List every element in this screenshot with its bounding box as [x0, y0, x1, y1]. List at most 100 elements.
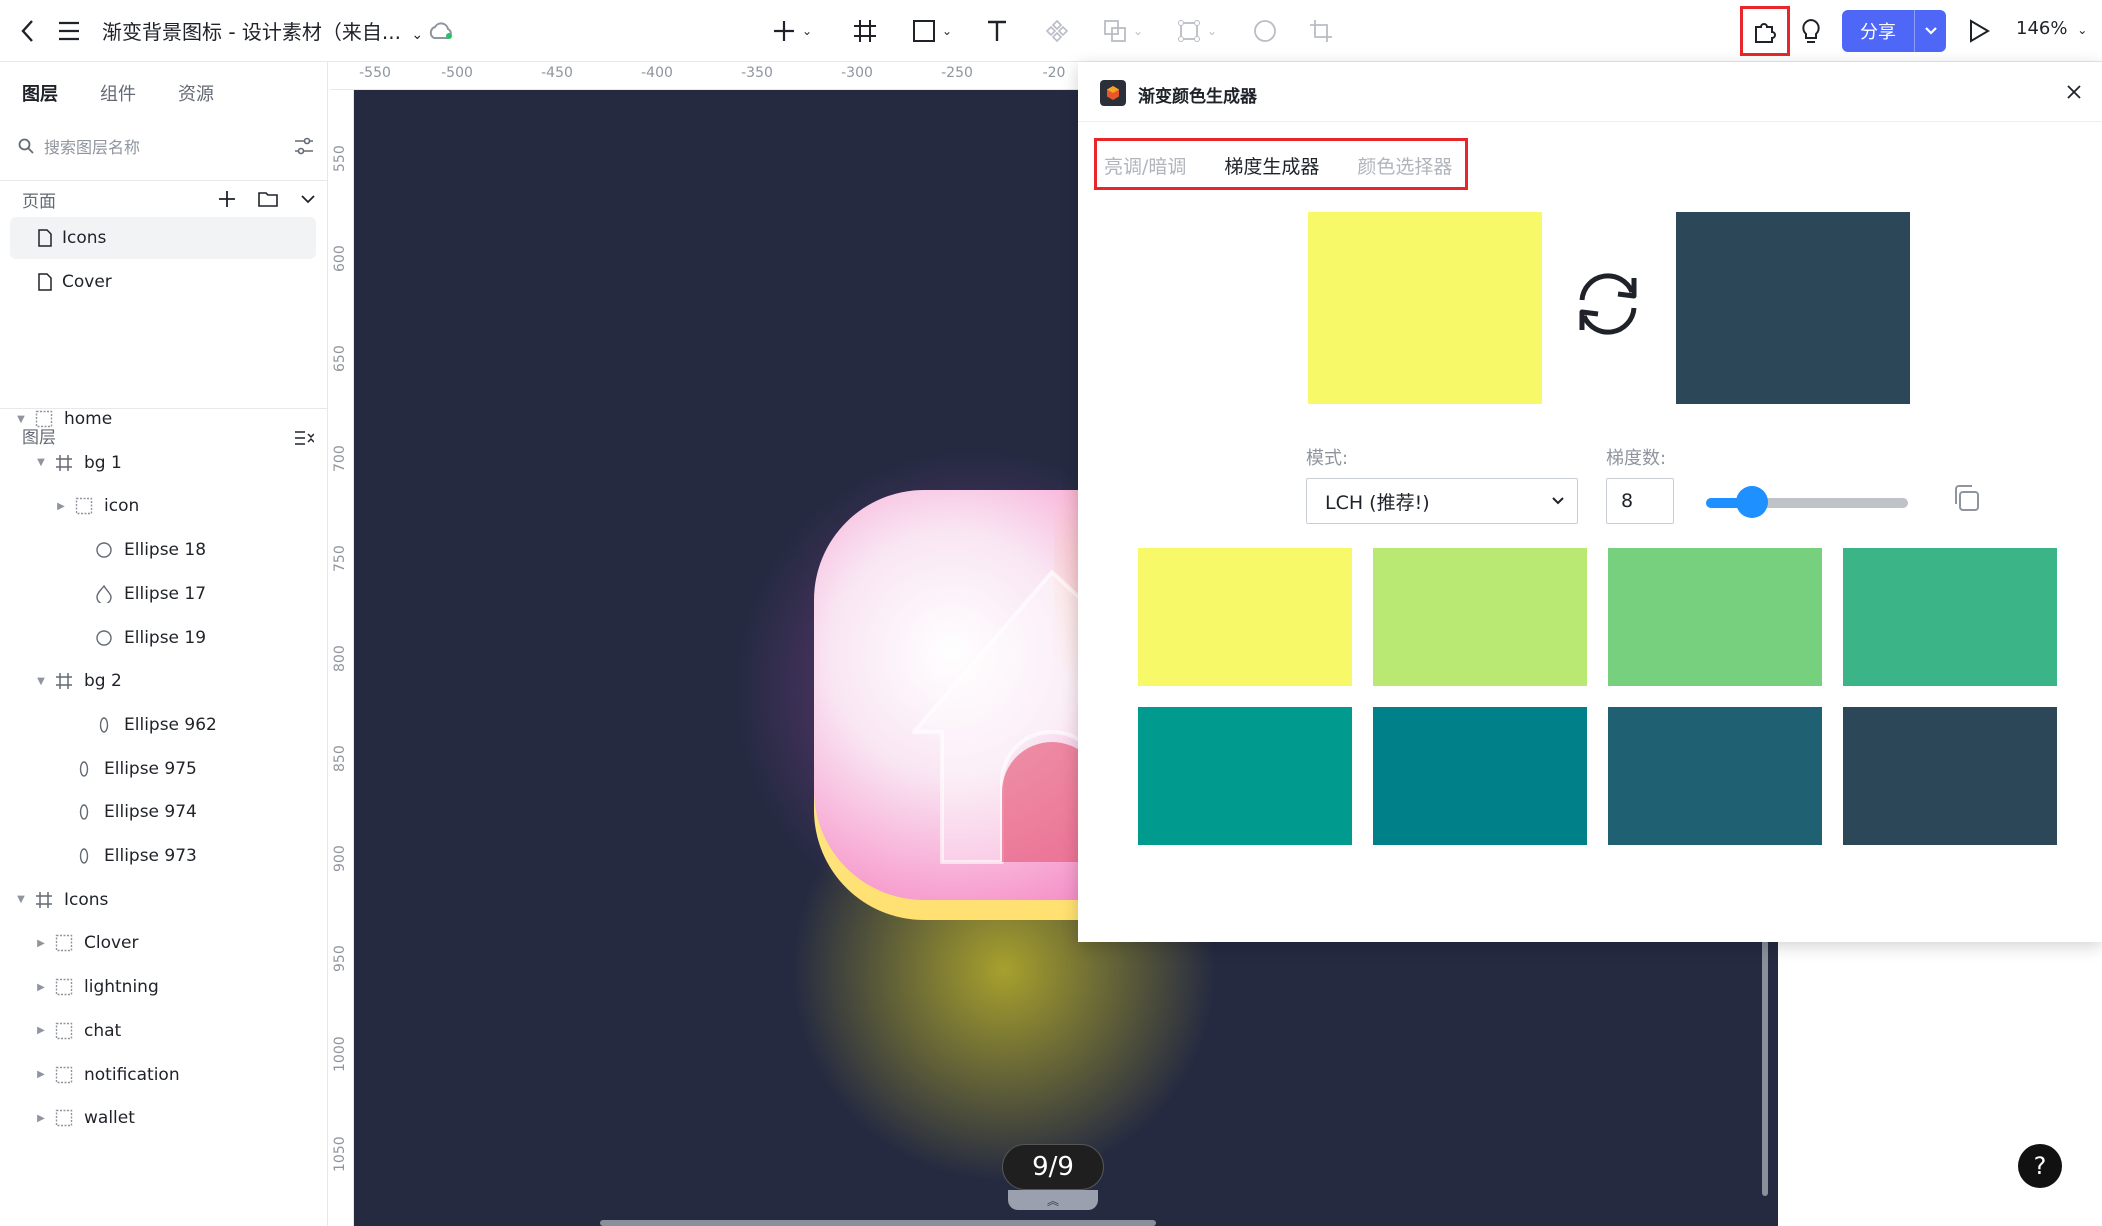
gradient-swatch[interactable] — [1843, 707, 2057, 845]
layer-item[interactable]: Ellipse 973 — [54, 836, 197, 876]
gradient-swatch[interactable] — [1843, 548, 2057, 686]
ruler-tick-label: 750 — [332, 545, 348, 572]
layer-label: Ellipse 975 — [104, 758, 197, 779]
layer-item[interactable]: ▼ bg 2 — [34, 661, 122, 701]
layer-item[interactable]: ▼ home — [14, 399, 112, 439]
page-label: Icons — [62, 228, 107, 248]
caret-right-icon[interactable]: ▶ — [34, 938, 48, 949]
layer-item[interactable]: Ellipse 975 — [54, 749, 197, 789]
layer-item[interactable]: ▶ icon — [54, 486, 139, 526]
layer-item[interactable]: ▶ lightning — [34, 967, 159, 1007]
ruler-tick-label: 700 — [332, 445, 348, 472]
copy-icon[interactable] — [1950, 482, 1982, 518]
caret-down-icon[interactable]: ▼ — [34, 676, 48, 687]
layer-label: home — [64, 409, 113, 429]
component-icon — [54, 1021, 74, 1041]
text-tool-button[interactable] — [982, 16, 1012, 46]
chevron-down-icon[interactable] — [300, 194, 316, 204]
folder-icon[interactable] — [258, 190, 278, 208]
steps-slider-handle[interactable] — [1736, 486, 1768, 518]
caret-right-icon[interactable]: ▶ — [34, 1069, 48, 1080]
layer-label: Ellipse 19 — [124, 627, 207, 648]
layer-item[interactable]: ▼ bg 1 — [34, 443, 122, 483]
gradient-swatch[interactable] — [1608, 707, 1822, 845]
collapse-layers-icon[interactable] — [294, 430, 315, 450]
tab-components[interactable]: 组件 — [100, 80, 136, 106]
layer-item[interactable]: ▶ chat — [34, 1011, 121, 1051]
caret-right-icon[interactable]: ▶ — [34, 982, 48, 993]
cloud-sync-icon[interactable] — [426, 18, 456, 44]
layer-label: notification — [84, 1064, 180, 1085]
layer-item[interactable]: ▶ wallet — [34, 1098, 135, 1138]
mode-select[interactable]: LCH (推荐!) — [1306, 478, 1578, 524]
layer-item[interactable]: Ellipse 962 — [74, 705, 217, 745]
frame-icon — [34, 890, 54, 910]
ruler-tick-label: 850 — [332, 745, 348, 772]
crop-tool-button[interactable] — [1306, 16, 1336, 46]
vector-tool-button[interactable]: ⌄ — [1170, 16, 1224, 46]
steps-input[interactable]: 8 — [1606, 478, 1674, 524]
caret-right-icon[interactable]: ▶ — [54, 501, 68, 512]
plugin-button-highlight — [1740, 6, 1790, 56]
add-tool-button[interactable]: ⌄ — [766, 16, 818, 46]
filter-icon[interactable] — [294, 137, 314, 155]
page-item-icons[interactable]: Icons — [10, 217, 316, 259]
gradient-swatch[interactable] — [1138, 548, 1352, 686]
search-input[interactable]: 搜索图层名称 — [44, 134, 294, 158]
add-page-icon[interactable] — [218, 190, 236, 208]
layer-item[interactable]: ▶ notification — [34, 1055, 180, 1095]
tab-assets[interactable]: 资源 — [178, 80, 214, 106]
page-icon — [38, 229, 52, 247]
layer-item[interactable]: ▼ Icons — [14, 880, 108, 920]
rectangle-icon — [912, 20, 935, 42]
left-tabs: 图层 组件 资源 — [22, 80, 214, 106]
layer-item[interactable]: Ellipse 19 — [74, 618, 206, 658]
page-counter[interactable]: 9/9 — [1002, 1144, 1104, 1190]
tab-layers[interactable]: 图层 — [22, 80, 58, 106]
left-panel: 图层 组件 资源 搜索图层名称 页面 Icons Cover 图层 ▼ home… — [0, 62, 328, 1226]
gradient-swatch[interactable] — [1373, 707, 1587, 845]
layer-item[interactable]: Ellipse 17 — [74, 574, 206, 614]
help-button[interactable]: ? — [2018, 1144, 2062, 1188]
play-button[interactable] — [1964, 16, 1994, 46]
boolean-tool-button[interactable]: ⌄ — [1096, 16, 1150, 46]
component-tool-button[interactable] — [1042, 16, 1072, 46]
ruler-tick-label: 600 — [332, 245, 348, 272]
caret-down-icon[interactable]: ▼ — [14, 894, 28, 905]
end-color-swatch[interactable] — [1676, 212, 1910, 404]
plugin-title: 渐变颜色生成器 — [1138, 87, 1257, 107]
mask-tool-button[interactable] — [1250, 16, 1280, 46]
share-dropdown-icon[interactable] — [1915, 26, 1946, 36]
start-color-swatch[interactable] — [1308, 212, 1542, 404]
layer-search[interactable]: 搜索图层名称 — [18, 128, 314, 164]
zoom-dropdown[interactable]: 146% ⌄ — [2016, 18, 2087, 39]
gradient-swatch[interactable] — [1138, 707, 1352, 845]
vertical-scrollbar[interactable] — [1762, 940, 1768, 1196]
caret-down-icon[interactable]: ▼ — [14, 414, 28, 425]
back-icon[interactable] — [14, 16, 40, 46]
layer-item[interactable]: Ellipse 974 — [54, 792, 197, 832]
close-icon[interactable] — [2066, 84, 2082, 104]
swap-icon[interactable] — [1572, 272, 1644, 340]
layer-label: bg 2 — [84, 671, 122, 692]
share-button[interactable]: 分享 — [1842, 10, 1946, 52]
caret-right-icon[interactable]: ▶ — [34, 1113, 48, 1124]
shape-tool-button[interactable]: ⌄ — [906, 16, 958, 46]
caret-down-icon[interactable]: ▼ — [34, 457, 48, 468]
menu-icon[interactable] — [56, 18, 82, 44]
layer-item[interactable]: ▶ Clover — [34, 923, 138, 963]
zoom-value: 146% — [2016, 18, 2068, 39]
inspiration-button[interactable] — [1796, 14, 1826, 48]
gradient-swatch[interactable] — [1373, 548, 1587, 686]
layer-item[interactable]: Ellipse 18 — [74, 530, 206, 570]
oval-icon — [74, 759, 94, 779]
file-title[interactable]: 渐变背景图标 - 设计素材（来自... ⌄ — [102, 16, 423, 45]
caret-right-icon[interactable]: ▶ — [34, 1025, 48, 1036]
page-item-cover[interactable]: Cover — [10, 261, 316, 303]
gradient-swatch[interactable] — [1608, 548, 1822, 686]
chevron-down-icon: ⌄ — [1132, 24, 1144, 38]
frame-tool-button[interactable] — [850, 16, 880, 46]
expand-pages-button[interactable]: ︽ — [1008, 1190, 1098, 1210]
file-title-text: 渐变背景图标 - 设计素材（来自... — [102, 20, 402, 44]
horizontal-scrollbar[interactable] — [600, 1220, 1156, 1226]
